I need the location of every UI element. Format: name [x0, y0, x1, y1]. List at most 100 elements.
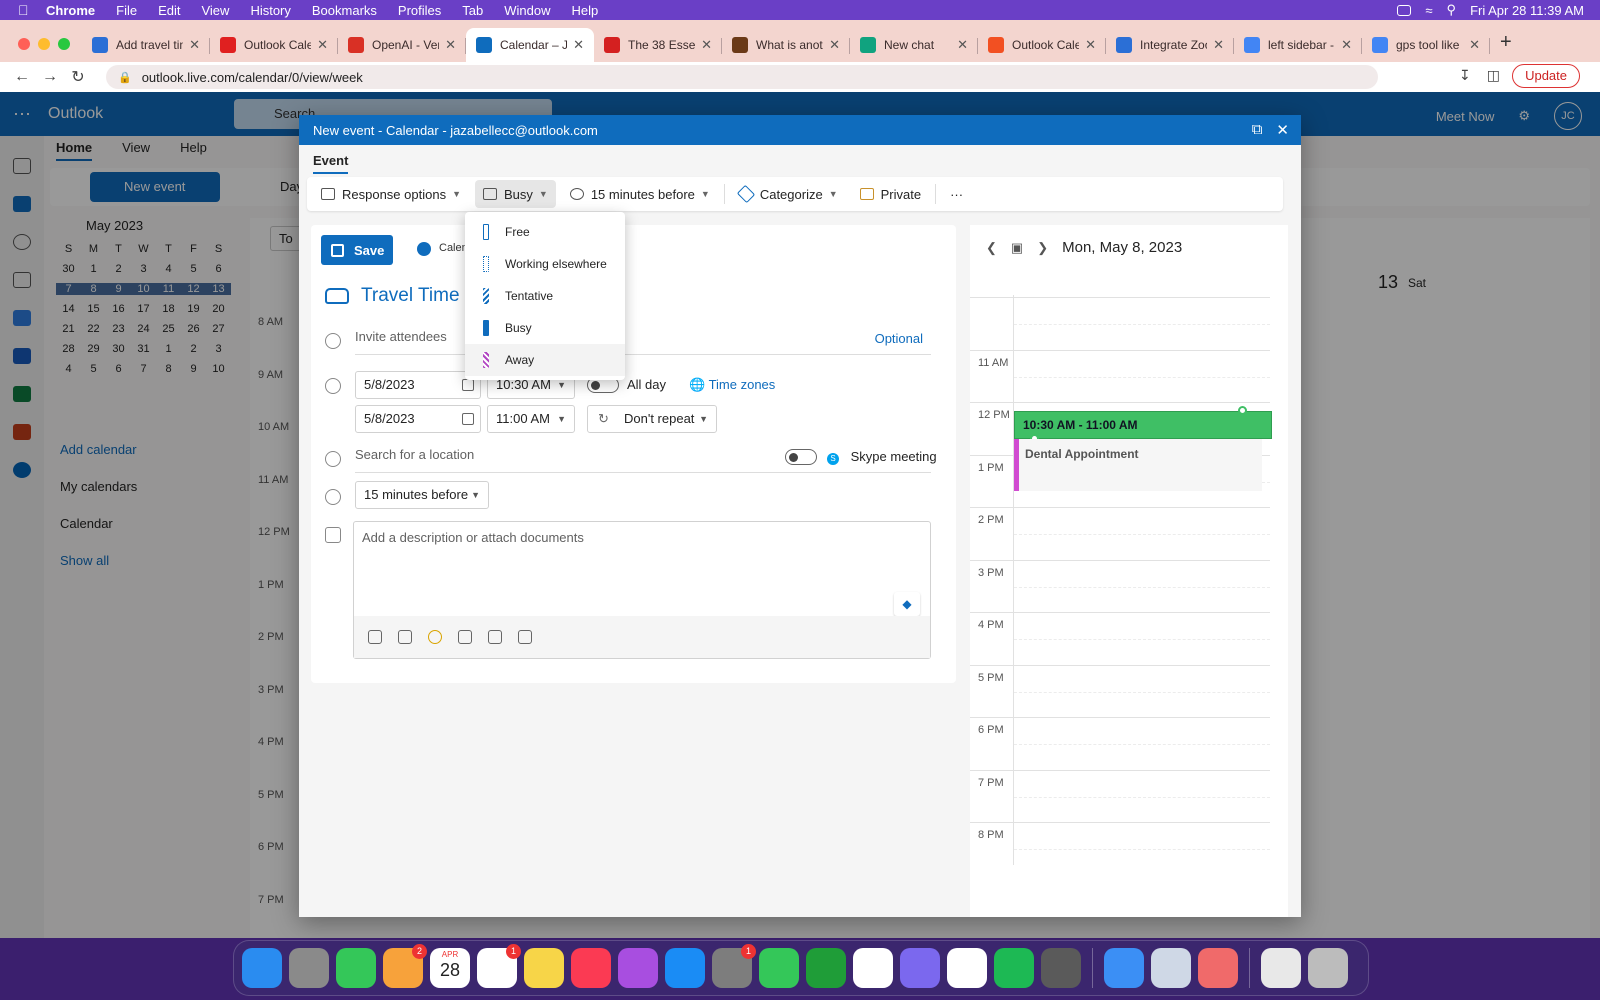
calendar-today-icon[interactable]: ▣: [1011, 240, 1023, 256]
popout-icon[interactable]: ⧉: [1252, 121, 1263, 139]
dock-app-calendar-icon[interactable]: APR 28: [430, 948, 470, 988]
hour-slot[interactable]: 11 AM: [970, 349, 1270, 404]
apple-menu-icon[interactable]: : [18, 3, 32, 17]
browser-tab[interactable]: Outlook Calen ✕: [210, 28, 338, 62]
dock-app-asana-icon[interactable]: [1198, 948, 1238, 988]
close-icon[interactable]: ✕: [1276, 121, 1289, 139]
dock-app-mail-icon[interactable]: [1104, 948, 1144, 988]
categorize-button[interactable]: Categorize ▼: [731, 180, 846, 208]
reload-icon[interactable]: ↻: [64, 67, 92, 87]
browser-tab[interactable]: gps tool like a ✕: [1362, 28, 1490, 62]
existing-event-block[interactable]: Dental Appointment: [1014, 439, 1262, 491]
browser-tab[interactable]: The 38 Essen ✕: [594, 28, 722, 62]
image-icon[interactable]: [398, 630, 412, 644]
dock-app-notes-icon[interactable]: [524, 948, 564, 988]
hour-slot[interactable]: 8 PM: [970, 822, 1270, 876]
close-tab-icon[interactable]: ✕: [445, 37, 456, 53]
menu-history[interactable]: History: [250, 3, 290, 18]
event-title-input[interactable]: Travel Time: [361, 285, 460, 307]
menu-profiles[interactable]: Profiles: [398, 3, 441, 18]
dock-app-chrome-icon[interactable]: [947, 948, 987, 988]
calendar-picker[interactable]: Calen: [439, 242, 468, 254]
address-bar[interactable]: 🔒 outlook.live.com/calendar/0/view/week: [106, 65, 1378, 89]
optional-link[interactable]: Optional: [875, 331, 923, 346]
close-tab-icon[interactable]: ✕: [317, 37, 328, 53]
dock-app-music-icon[interactable]: [571, 948, 611, 988]
format-icon[interactable]: [458, 630, 472, 644]
emoji-icon[interactable]: [428, 630, 442, 644]
close-tab-icon[interactable]: ✕: [829, 37, 840, 53]
download-icon[interactable]: ↧: [1459, 67, 1471, 84]
new-event-block[interactable]: 10:30 AM - 11:00 AM: [1014, 411, 1272, 439]
browser-tab[interactable]: Calendar – Ja ✕: [466, 28, 594, 62]
dock-app-upwork-icon[interactable]: [806, 948, 846, 988]
close-tab-icon[interactable]: ✕: [573, 37, 584, 53]
hour-slot[interactable]: 2 PM: [970, 507, 1270, 561]
forward-icon[interactable]: →: [36, 68, 64, 86]
end-date-field[interactable]: 5/8/2023: [355, 405, 481, 433]
reminder-button[interactable]: 15 minutes before ▼: [562, 180, 718, 208]
description-editor[interactable]: Add a description or attach documents ◆: [353, 521, 931, 659]
hour-slot[interactable]: 5 PM: [970, 664, 1270, 719]
menu-edit[interactable]: Edit: [158, 3, 180, 18]
menu-tab[interactable]: Tab: [462, 3, 483, 18]
response-options-button[interactable]: Response options ▼: [313, 180, 469, 208]
dock-app-preview-icon[interactable]: [1151, 948, 1191, 988]
dock-app-clickup-icon[interactable]: [900, 948, 940, 988]
chevron-right-icon[interactable]: ❯: [1037, 240, 1048, 256]
calendar-picker-icon[interactable]: [462, 379, 474, 391]
end-time-field[interactable]: 11:00 AM ▼: [487, 405, 575, 433]
show-as-option[interactable]: Working elsewhere: [465, 248, 625, 280]
menu-bookmarks[interactable]: Bookmarks: [312, 3, 377, 18]
menu-file[interactable]: File: [116, 3, 137, 18]
day-preview-date[interactable]: Mon, May 8, 2023: [1062, 239, 1182, 256]
show-as-option[interactable]: Away: [465, 344, 625, 376]
lock-icon[interactable]: 🔒: [118, 71, 132, 84]
private-button[interactable]: Private: [852, 180, 929, 208]
sidebar-icon[interactable]: ◫: [1487, 67, 1500, 84]
dock-app-system-settings-icon[interactable]: 1: [712, 944, 756, 988]
hour-slot[interactable]: 6 PM: [970, 717, 1270, 771]
menu-app-name[interactable]: Chrome: [46, 3, 95, 18]
new-tab-button[interactable]: +: [1500, 31, 1512, 62]
menu-window[interactable]: Window: [504, 3, 550, 18]
close-tab-icon[interactable]: ✕: [1469, 37, 1480, 53]
insert-icon[interactable]: [518, 630, 532, 644]
show-as-option[interactable]: Busy: [465, 312, 625, 344]
dock-app-slack-icon[interactable]: [853, 948, 893, 988]
tab-event[interactable]: Event: [313, 153, 349, 174]
calendar-color-dot[interactable]: [417, 242, 431, 256]
dock-app-podcasts-icon[interactable]: [618, 948, 658, 988]
menu-help[interactable]: Help: [572, 3, 599, 18]
menu-view[interactable]: View: [201, 3, 229, 18]
chevron-left-icon[interactable]: ❮: [986, 240, 997, 256]
battery-icon[interactable]: [1397, 4, 1412, 16]
hour-slot[interactable]: [970, 297, 1270, 351]
time-zones-button[interactable]: 🌐 Time zones: [689, 377, 775, 393]
car-icon[interactable]: [325, 288, 349, 304]
close-window-button[interactable]: [18, 38, 30, 50]
skype-meeting-toggle[interactable]: [785, 449, 817, 465]
show-as-button[interactable]: Busy ▼: [475, 180, 556, 208]
minimize-window-button[interactable]: [38, 38, 50, 50]
menubar-clock[interactable]: Fri Apr 28 11:39 AM: [1470, 3, 1584, 18]
editor-icon[interactable]: ◆: [894, 592, 920, 616]
wifi-icon[interactable]: ≈: [1425, 3, 1432, 18]
reminder-dropdown[interactable]: 15 minutes before ▼: [355, 481, 489, 509]
dock-app-document-icon[interactable]: [1261, 948, 1301, 988]
dock-app-messages-icon[interactable]: [336, 948, 376, 988]
close-tab-icon[interactable]: ✕: [1341, 37, 1352, 53]
pen-icon[interactable]: [488, 630, 502, 644]
save-button[interactable]: Save: [321, 235, 393, 265]
browser-tab[interactable]: Add travel tim ✕: [82, 28, 210, 62]
browser-tab[interactable]: What is anoth ✕: [722, 28, 850, 62]
search-icon[interactable]: ⚲: [1447, 2, 1457, 18]
close-tab-icon[interactable]: ✕: [1213, 37, 1224, 53]
dock-app-facetime-icon[interactable]: [759, 948, 799, 988]
close-tab-icon[interactable]: ✕: [1085, 37, 1096, 53]
browser-tab[interactable]: Integrate Zoo ✕: [1106, 28, 1234, 62]
repeat-dropdown[interactable]: ↻ Don't repeat ▼: [587, 405, 717, 433]
dock-app-photos-icon[interactable]: 2: [383, 944, 427, 988]
hour-slot[interactable]: 4 PM: [970, 612, 1270, 666]
attach-icon[interactable]: [368, 630, 382, 644]
